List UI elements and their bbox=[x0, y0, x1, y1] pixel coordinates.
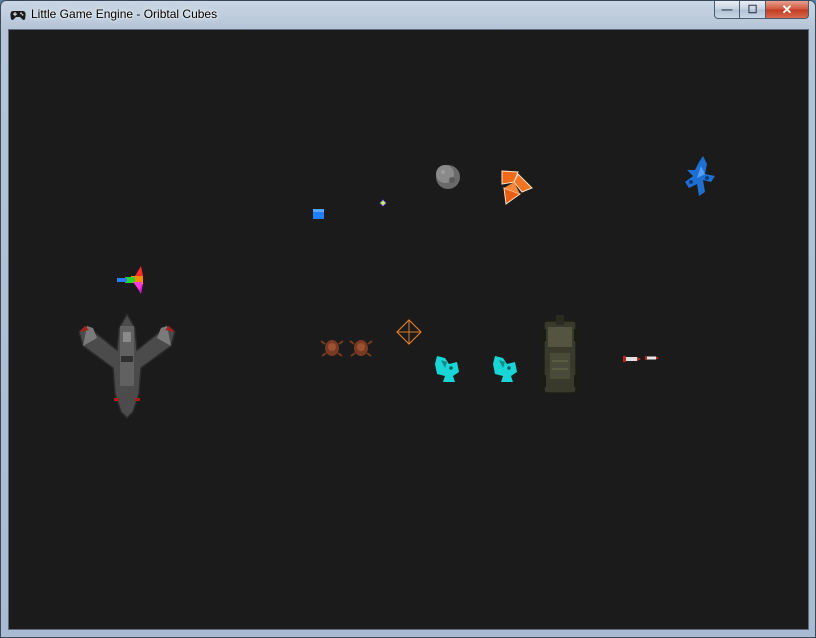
brown-bug-1 bbox=[320, 340, 344, 357]
maximize-icon: ☐ bbox=[747, 4, 758, 16]
rainbow-ship bbox=[117, 266, 143, 294]
gray-asteroid bbox=[436, 165, 460, 189]
minimize-icon: — bbox=[721, 3, 733, 16]
brown-bug-2 bbox=[349, 340, 373, 357]
blue-creature bbox=[685, 156, 715, 196]
title-bar[interactable]: Little Game Engine - Oribtal Cubes — ☐ ✕ bbox=[1, 1, 815, 29]
orange-fragments bbox=[501, 170, 533, 205]
small-gem bbox=[379, 199, 387, 207]
player-ship bbox=[78, 312, 176, 420]
gamepad-icon bbox=[10, 11, 26, 20]
close-icon: ✕ bbox=[781, 1, 793, 17]
close-button[interactable]: ✕ bbox=[766, 1, 809, 19]
red-missile-1 bbox=[623, 356, 641, 362]
caption-buttons: — ☐ ✕ bbox=[714, 1, 809, 20]
cyan-creature-2 bbox=[493, 356, 517, 382]
blue-cube bbox=[313, 209, 324, 219]
orange-crosshair bbox=[396, 319, 422, 345]
minimize-button[interactable]: — bbox=[714, 1, 740, 19]
maximize-button[interactable]: ☐ bbox=[740, 1, 766, 19]
red-missile-2 bbox=[645, 356, 659, 360]
game-scene bbox=[78, 156, 715, 420]
cyan-creature-1 bbox=[435, 356, 459, 382]
game-window: Little Game Engine - Oribtal Cubes — ☐ ✕ bbox=[0, 0, 816, 638]
armored-vehicle bbox=[541, 315, 579, 394]
window-title: Little Game Engine - Oribtal Cubes bbox=[31, 7, 218, 21]
game-canvas[interactable] bbox=[8, 29, 809, 630]
